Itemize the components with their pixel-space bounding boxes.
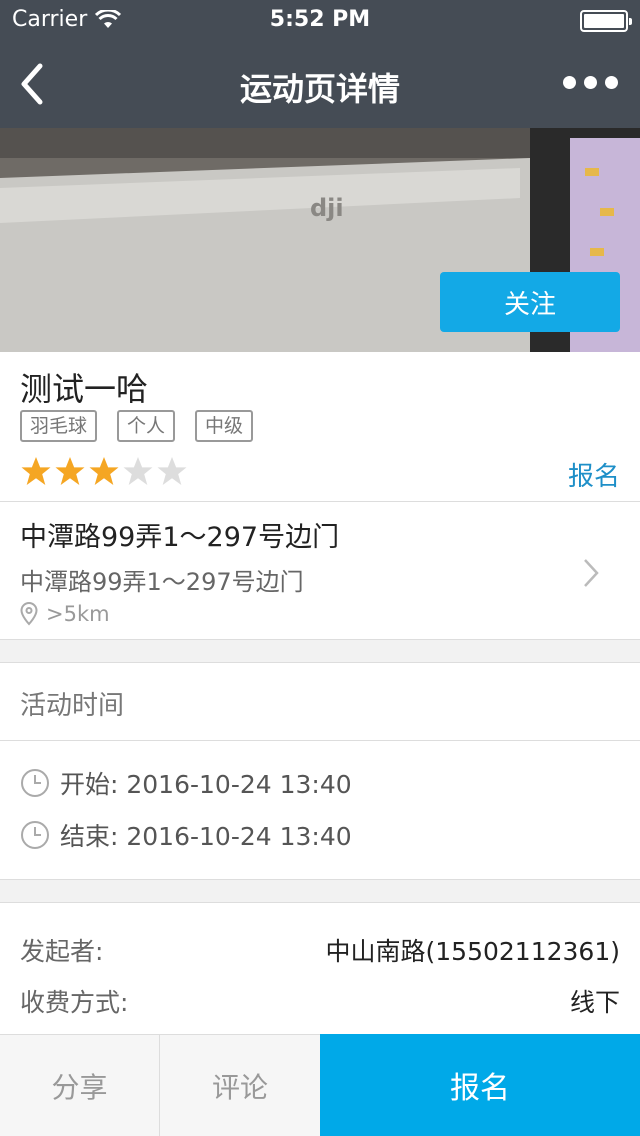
end-time-row: 结束: 2016-10-24 13:40 — [20, 817, 352, 853]
status-time: 5:52 PM — [269, 7, 371, 32]
clock-icon — [21, 769, 49, 797]
tag-level: 中级 — [195, 410, 254, 442]
star-filled-icon — [55, 457, 85, 485]
star-filled-icon — [21, 457, 51, 485]
signup-button[interactable]: 报名 — [320, 1034, 640, 1136]
event-summary: 测试一哈 羽毛球 个人 中级 报名 — [0, 352, 640, 502]
nav-bar: 运动页详情 — [0, 40, 640, 128]
distance: >5km — [20, 602, 110, 626]
clock-icon — [21, 821, 49, 849]
fee-label: 收费方式: — [20, 988, 129, 1017]
hero-image: dji 关注 — [0, 128, 640, 352]
time-section: 开始: 2016-10-24 13:40 结束: 2016-10-24 13:4… — [0, 741, 640, 880]
location-pin-icon — [20, 602, 38, 626]
address-main: 中潭路99弄1～297号边门 — [20, 522, 340, 553]
share-button[interactable]: 分享 — [0, 1034, 160, 1136]
screen: Carrier 5:52 PM 运动页详情 dji 关注 测试一哈 羽毛球 个人… — [0, 0, 640, 1136]
bottom-toolbar: 分享 评论 报名 — [0, 1034, 640, 1136]
star-filled-icon — [89, 457, 119, 485]
follow-button[interactable]: 关注 — [440, 272, 620, 332]
chevron-right-icon — [584, 559, 599, 587]
more-icon[interactable] — [563, 70, 618, 94]
top-bar: Carrier 5:52 PM 运动页详情 — [0, 0, 640, 128]
organizer-value: 中山南路(15502112361) — [325, 937, 620, 966]
end-time: 结束: 2016-10-24 13:40 — [60, 822, 352, 851]
start-time: 开始: 2016-10-24 13:40 — [60, 770, 352, 799]
event-title: 测试一哈 — [20, 370, 149, 408]
tag-sport: 羽毛球 — [20, 410, 98, 442]
signup-link[interactable]: 报名 — [568, 456, 620, 493]
distance-value: >5km — [46, 602, 110, 626]
status-bar: Carrier 5:52 PM — [0, 0, 640, 40]
address-row[interactable]: 中潭路99弄1～297号边门 中潭路99弄1～297号边门 >5km — [0, 502, 640, 640]
time-section-header: 活动时间 — [0, 662, 640, 741]
organizer-label: 发起者: — [20, 937, 104, 966]
tag-type: 个人 — [117, 410, 176, 442]
star-empty-icon — [157, 457, 187, 485]
fee-value: 线下 — [569, 988, 620, 1017]
start-time-row: 开始: 2016-10-24 13:40 — [20, 765, 352, 801]
battery-icon — [580, 10, 632, 32]
info-section: 发起者: 中山南路(15502112361) 收费方式: 线下 — [0, 902, 640, 1052]
svg-text:dji: dji — [310, 194, 344, 222]
star-empty-icon — [123, 457, 153, 485]
comment-button[interactable]: 评论 — [160, 1034, 320, 1136]
page-title: 运动页详情 — [239, 70, 400, 108]
star-rating — [20, 456, 188, 486]
event-tags: 羽毛球 个人 中级 — [20, 410, 254, 442]
time-section-title: 活动时间 — [20, 691, 125, 721]
address-sub: 中潭路99弄1～297号边门 — [20, 568, 304, 596]
